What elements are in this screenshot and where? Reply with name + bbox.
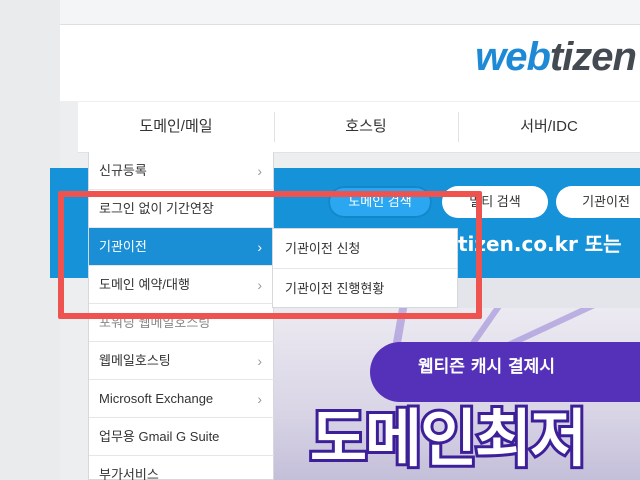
top-strip [60,0,640,24]
dropdown-item-label: 웹메일호스팅 [99,353,171,368]
nav-domain-mail[interactable]: 도메인/메일 [78,102,274,152]
annotation-highlight-box [58,191,482,319]
tab-registrar-transfer[interactable]: 기관이전 [556,186,640,218]
banner-headline: tizen.co.kr 또는 [458,232,622,256]
main-navigation: 도메인/메일 호스팅 서버/IDC [78,102,640,153]
dropdown-item-microsoft-exchange[interactable]: Microsoft Exchange › [89,380,274,418]
nav-hosting[interactable]: 호스팅 [274,102,458,152]
dropdown-item-label: 부가서비스 [99,467,159,480]
promo-big-title: 도메인최저 [307,399,590,478]
dropdown-item-label: 업무용 Gmail G Suite [99,429,220,444]
chevron-right-icon: › [257,391,262,407]
chevron-right-icon: › [257,163,262,179]
dropdown-item-addon-services[interactable]: 부가서비스 [89,456,274,480]
chevron-right-icon: › [257,353,262,369]
site-header: webtizen [60,24,640,101]
logo-part-tizen: tizen [549,35,637,79]
dropdown-item-webmail-hosting[interactable]: 웹메일호스팅 › [89,342,274,380]
dropdown-item-label: 신규등록 [99,163,147,178]
page: webtizen 도메인/메일 호스팅 서버/IDC 도메인 검색 멀티 검색 … [0,0,640,480]
site-logo[interactable]: webtizen [475,35,637,80]
nav-server-idc[interactable]: 서버/IDC [458,102,640,152]
dropdown-item-gsuite[interactable]: 업무용 Gmail G Suite [89,418,274,456]
dropdown-item-label: Microsoft Exchange [99,391,214,406]
promo-ribbon-text: 웹티즌 캐시 결제시 [418,357,555,377]
dropdown-item-new-registration[interactable]: 신규등록 › [89,152,274,190]
logo-part-web: web [475,35,551,79]
